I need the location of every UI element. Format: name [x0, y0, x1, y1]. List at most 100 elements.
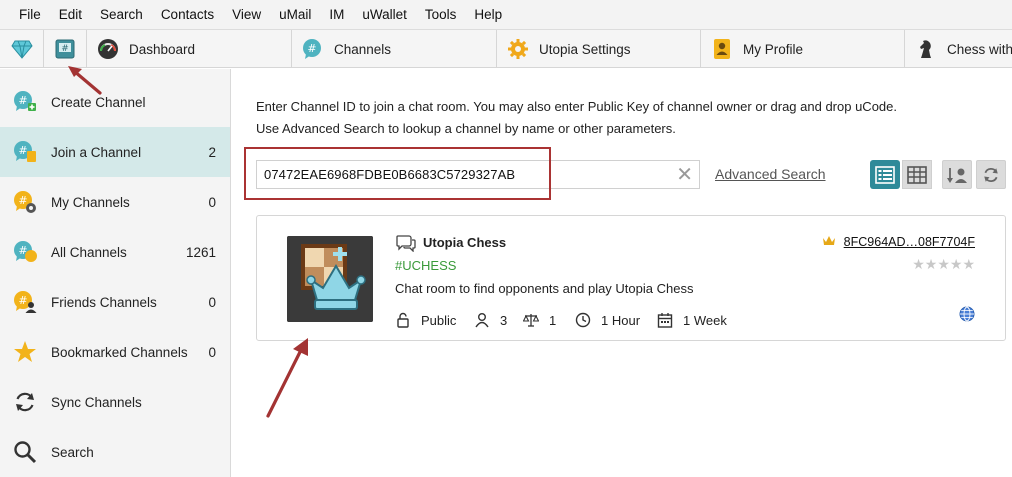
- instruction-line-1: Enter Channel ID to join a chat room. Yo…: [256, 99, 897, 114]
- channel-title[interactable]: Utopia Chess: [423, 235, 506, 250]
- sidebar-item-count: 1261: [185, 244, 216, 260]
- sidebar-item-label: Create Channel: [51, 94, 146, 110]
- channels-chat-icon: #: [302, 38, 324, 60]
- sidebar-item-label: Join a Channel: [51, 144, 142, 160]
- channel-card[interactable]: Utopia Chess #UCHESS Chat room to find o…: [256, 215, 1006, 341]
- sidebar-item-friends-channels[interactable]: # Friends Channels 0: [0, 277, 230, 327]
- tab-channels[interactable]: # Channels: [292, 30, 497, 68]
- sidebar-item-count: 2: [208, 144, 216, 160]
- svg-text:#: #: [307, 42, 316, 55]
- menu-help[interactable]: Help: [465, 0, 511, 30]
- search-icon: [13, 440, 37, 464]
- sidebar-item-count: 0: [208, 194, 216, 210]
- tab-dashboard-label: Dashboard: [129, 41, 196, 57]
- menu-edit[interactable]: Edit: [50, 0, 91, 30]
- join-instructions: Enter Channel ID to join a chat room. Yo…: [256, 96, 897, 140]
- sidebar: # Create Channel # Join a Channel 2 # My…: [0, 69, 231, 477]
- svg-text:#: #: [18, 194, 27, 207]
- sidebar-item-label: Search: [51, 444, 94, 460]
- tab-my-profile-label: My Profile: [743, 41, 804, 57]
- rating-stars[interactable]: ★★★★★: [912, 256, 975, 273]
- sidebar-item-join-channel[interactable]: # Join a Channel 2: [0, 127, 230, 177]
- calendar-icon: [657, 312, 673, 328]
- profile-card-icon: [711, 38, 733, 60]
- svg-text:#: #: [18, 94, 27, 107]
- tab-my-profile[interactable]: My Profile: [701, 30, 905, 68]
- channel-description: Chat room to find opponents and play Uto…: [395, 281, 694, 296]
- balance-scale-icon: [523, 312, 539, 328]
- sidebar-item-my-channels[interactable]: # My Channels 0: [0, 177, 230, 227]
- menu-file[interactable]: File: [10, 0, 50, 30]
- tab-dashboard[interactable]: Dashboard: [87, 30, 292, 68]
- sidebar-item-sync-channels[interactable]: Sync Channels: [0, 377, 230, 427]
- tab-channels-icon-tab[interactable]: #: [44, 30, 87, 68]
- table-view-icon: [907, 165, 927, 184]
- channel-hash-icon: #: [55, 39, 75, 59]
- menu-im[interactable]: IM: [320, 0, 353, 30]
- tab-chess[interactable]: Chess with: [905, 30, 1012, 68]
- table-view-button[interactable]: [902, 160, 932, 189]
- refresh-button[interactable]: [976, 160, 1006, 189]
- sidebar-item-label: All Channels: [51, 244, 127, 260]
- advanced-search-link[interactable]: Advanced Search: [715, 166, 826, 182]
- menu-contacts[interactable]: Contacts: [152, 0, 223, 30]
- channel-avatar: [287, 236, 373, 322]
- channel-tag: #UCHESS: [395, 258, 457, 273]
- access-label: Public: [421, 312, 457, 328]
- access-type: Public: [395, 312, 456, 328]
- svg-text:#: #: [18, 144, 27, 157]
- all-channels-icon: #: [13, 240, 37, 264]
- globe-icon: [959, 306, 975, 322]
- members-value: 3: [500, 312, 508, 328]
- menu-view[interactable]: View: [223, 0, 270, 30]
- clear-icon[interactable]: ✕: [676, 163, 693, 187]
- sidebar-item-all-channels[interactable]: # All Channels 1261: [0, 227, 230, 277]
- create-channel-icon: #: [13, 90, 37, 114]
- menu-uwallet[interactable]: uWallet: [353, 0, 416, 30]
- sidebar-item-label: Friends Channels: [51, 294, 157, 310]
- menu-umail[interactable]: uMail: [270, 0, 320, 30]
- lock-icon: [395, 312, 411, 328]
- chat-bubbles-icon: [396, 235, 416, 252]
- moderators-value: 1: [549, 312, 557, 328]
- annotation-highlight-box: [244, 147, 551, 200]
- user-icon: [474, 312, 490, 328]
- channel-period: 1 Week: [657, 312, 727, 328]
- tab-utopia-settings-label: Utopia Settings: [539, 41, 631, 57]
- my-channels-icon: #: [13, 190, 37, 214]
- main-panel: Enter Channel ID to join a chat room. Yo…: [232, 69, 1012, 477]
- dashboard-gauge-icon: [97, 38, 119, 60]
- owner-public-key-link[interactable]: 8FC964AD…08F7704F: [844, 235, 975, 249]
- tab-crystal[interactable]: [0, 30, 44, 68]
- friends-channels-icon: #: [13, 290, 37, 314]
- sidebar-item-count: 0: [208, 294, 216, 310]
- sidebar-item-label: Sync Channels: [51, 394, 142, 410]
- crystal-icon: [10, 40, 33, 59]
- tab-utopia-settings[interactable]: Utopia Settings: [497, 30, 701, 68]
- list-view-button[interactable]: [870, 160, 900, 189]
- menu-tools[interactable]: Tools: [416, 0, 466, 30]
- sidebar-item-bookmarked-channels[interactable]: Bookmarked Channels 0: [0, 327, 230, 377]
- sidebar-item-label: Bookmarked Channels: [51, 344, 188, 360]
- svg-text:#: #: [61, 44, 69, 54]
- sidebar-item-label: My Channels: [51, 194, 130, 210]
- star-icon: [13, 340, 37, 364]
- join-channel-icon: #: [13, 140, 37, 164]
- members-count: 3: [474, 312, 507, 328]
- sort-users-icon: [947, 167, 967, 183]
- tab-channels-label: Channels: [334, 41, 392, 57]
- menu-bar: File Edit Search Contacts View uMail IM …: [0, 0, 1012, 30]
- sidebar-item-count: 0: [208, 344, 216, 360]
- instruction-line-2: Use Advanced Search to lookup a channel …: [256, 121, 676, 136]
- tab-bar: # Dashboard # Channels Utopia Settings M…: [0, 30, 1012, 68]
- moderators-count: 1: [523, 312, 556, 328]
- refresh-icon: [984, 167, 998, 182]
- crown-icon: [823, 236, 835, 245]
- sidebar-item-search[interactable]: Search: [0, 427, 230, 477]
- sort-users-button[interactable]: [942, 160, 972, 189]
- tab-chess-label: Chess with: [947, 41, 1012, 57]
- menu-search[interactable]: Search: [91, 0, 152, 30]
- chess-knight-icon: [915, 38, 937, 60]
- sidebar-item-create-channel[interactable]: # Create Channel: [0, 77, 230, 127]
- lifetime-value: 1 Hour: [601, 312, 641, 328]
